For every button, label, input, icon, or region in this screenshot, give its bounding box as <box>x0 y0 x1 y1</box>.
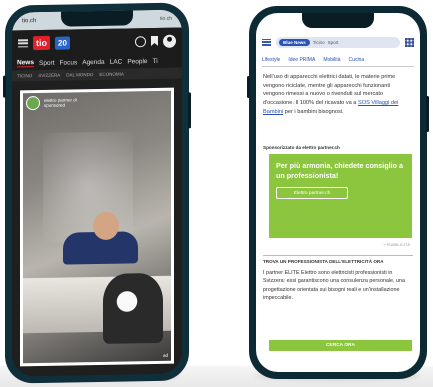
volume-button <box>247 76 250 98</box>
nav-focus[interactable]: Focus <box>60 59 78 66</box>
more-ads-label[interactable]: + PUBBLICITÀ <box>383 242 410 247</box>
site-header: tio 20 <box>12 27 182 57</box>
subtab[interactable]: Cucina <box>349 57 365 63</box>
sponsor-headline: Per più armonia, chiedete consiglio a un… <box>276 161 404 180</box>
notch <box>61 10 133 27</box>
sub-nav: TICINO SVIZZERA DAL MONDO ECONOMIA <box>12 67 182 82</box>
left-screen: tio.ch tio.ch tio 20 News Sport Focus Ag… <box>12 9 182 377</box>
right-screen: Blue News Ticino Sport Lifestyle Idee PR… <box>256 13 420 372</box>
partner-logo[interactable]: 20 <box>55 35 70 50</box>
pro-section: TROVA UN PROFESSIONISTA DELL'ELETTRICITÀ… <box>263 255 413 303</box>
dog-figure <box>103 272 163 344</box>
subnav-item[interactable]: ECONOMIA <box>99 72 124 77</box>
power-button <box>426 96 429 132</box>
nav-more[interactable]: Ti <box>153 57 158 64</box>
volume-button <box>3 75 6 98</box>
phone-right: Blue News Ticino Sport Lifestyle Idee PR… <box>247 6 429 379</box>
wall-light <box>43 131 133 243</box>
notch <box>302 13 374 28</box>
subnav-item[interactable]: TICINO <box>17 73 32 78</box>
subtab[interactable]: Lifestyle <box>262 57 280 63</box>
nav-people[interactable]: People <box>127 58 147 65</box>
channel-switcher: Blue News Ticino Sport <box>276 36 400 48</box>
phone-left: tio.ch tio.ch tio 20 News Sport Focus Ag… <box>3 2 191 384</box>
browser-url[interactable]: tio.ch <box>160 16 172 22</box>
tab-selected[interactable]: Blue News <box>279 38 310 46</box>
menu-icon[interactable] <box>18 39 28 48</box>
site-logo[interactable]: tio <box>33 35 50 51</box>
account-icon[interactable] <box>163 34 176 48</box>
article-body: Nell'uso di apparecchi elettrici datati,… <box>263 73 413 116</box>
ad-tag: ad <box>162 352 168 358</box>
nav-lac[interactable]: LAC <box>110 58 123 65</box>
video-ad-card[interactable]: elettro partner di sponsored ad <box>20 87 174 367</box>
sponsor-button[interactable]: Elettro partner.ch <box>276 187 348 200</box>
mockup-stage: tio.ch tio.ch tio 20 News Sport Focus Ag… <box>0 0 433 387</box>
tab-other[interactable]: Sport <box>328 40 339 45</box>
bookmark-icon[interactable] <box>151 36 158 46</box>
subtab[interactable]: Idee PRIMA <box>288 57 315 63</box>
nav-news[interactable]: News <box>17 59 34 68</box>
nav-agenda[interactable]: Agenda <box>82 58 104 65</box>
sponsor-label: Sponsorizzato da elettro partner.ch <box>263 145 340 150</box>
subnav-item[interactable]: SVIZZERA <box>38 73 60 78</box>
section-tabs: Lifestyle Idee PRIMA Mobilità Cucina <box>262 57 414 67</box>
sponsor-logo-icon <box>26 95 40 111</box>
ad-sponsor: elettro partner di sponsored <box>26 95 77 111</box>
subtab[interactable]: Mobilità <box>323 57 340 63</box>
section-title: TROVA UN PROFESSIONISTA DELL'ELETTRICITÀ… <box>263 259 384 264</box>
search-now-button[interactable]: CERCA ORA <box>269 340 412 351</box>
menu-icon[interactable] <box>262 38 271 46</box>
browser-title: tio.ch <box>22 18 37 25</box>
article-tail: per i bambini bisognosi. <box>284 108 344 115</box>
section-body: I partner ELITE Elettro sono elettricist… <box>263 270 406 302</box>
grid-icon[interactable] <box>405 37 414 47</box>
site-header: Blue News Ticino Sport <box>256 31 420 53</box>
ad-sponsor-line2: sponsored <box>44 102 66 108</box>
nav-sport[interactable]: Sport <box>39 59 55 66</box>
chat-icon[interactable] <box>135 35 146 47</box>
power-button <box>188 92 191 129</box>
tab-other[interactable]: Ticino <box>313 40 325 45</box>
sponsored-banner[interactable]: Per più armonia, chiedete consiglio a un… <box>269 154 412 238</box>
subnav-item[interactable]: DAL MONDO <box>66 72 93 77</box>
ad-photo <box>23 90 171 364</box>
